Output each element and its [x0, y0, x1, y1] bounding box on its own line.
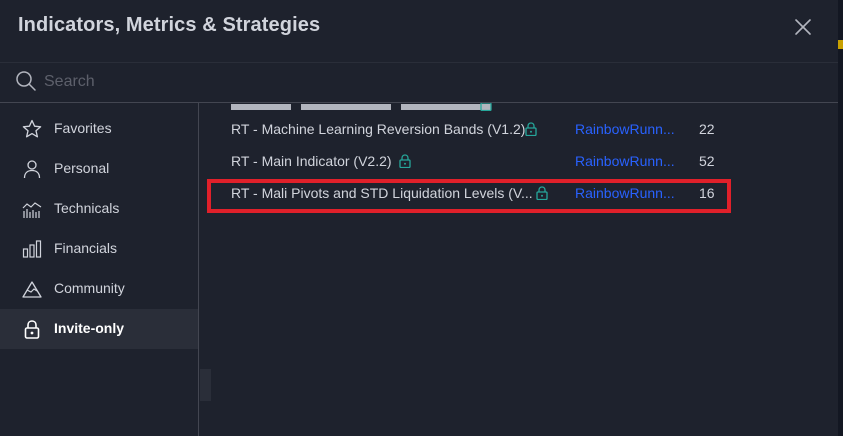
indicators-dialog: Indicators, Metrics & Strategies Favorit…	[0, 0, 838, 436]
lock-icon	[536, 186, 548, 201]
dialog-title: Indicators, Metrics & Strategies	[18, 14, 321, 36]
sidebar-item-favorites[interactable]: Favorites	[0, 109, 198, 149]
star-icon	[22, 119, 42, 139]
category-sidebar: Favorites Personal Technicals Financials…	[0, 103, 199, 436]
row-name: RT - Machine Learning Reversion Bands (V…	[231, 121, 526, 137]
sidebar-item-financials[interactable]: Financials	[0, 229, 198, 269]
row-author-link[interactable]: RainbowRunn...	[575, 185, 675, 201]
lock-icon	[525, 122, 537, 137]
list-item[interactable]: RT - Mali Pivots and STD Liquidation Lev…	[200, 178, 838, 210]
person-icon	[22, 159, 42, 179]
search-icon	[15, 70, 37, 92]
sidebar-item-label: Technicals	[54, 200, 120, 216]
sidebar-item-personal[interactable]: Personal	[0, 149, 198, 189]
row-author-link[interactable]: RainbowRunn...	[575, 153, 675, 169]
row-author-link[interactable]: RainbowRunn...	[575, 121, 675, 137]
search-input[interactable]	[44, 69, 804, 95]
background-marker	[838, 40, 843, 49]
sidebar-item-technicals[interactable]: Technicals	[0, 189, 198, 229]
close-icon[interactable]	[792, 16, 814, 38]
sidebar-item-label: Invite-only	[54, 320, 125, 336]
chart-icon	[22, 199, 42, 219]
lock-icon	[399, 154, 411, 169]
bar-chart-icon	[22, 239, 42, 259]
mountain-icon	[22, 279, 42, 299]
list-item[interactable]: RT - Machine Learning Reversion Bands (V…	[200, 114, 838, 146]
background-strip	[838, 0, 843, 436]
sidebar-item-label: Personal	[54, 160, 110, 176]
sidebar-item-label: Financials	[54, 240, 118, 256]
sidebar-item-label: Community	[54, 280, 125, 296]
row-name: RT - Main Indicator (V2.2)	[231, 153, 392, 169]
lock-icon	[480, 103, 492, 112]
lock-icon	[22, 319, 42, 339]
search-bar	[0, 62, 838, 103]
list-item[interactable]: RT - Main Indicator (V2.2) RainbowRunn..…	[200, 146, 838, 178]
dialog-header: Indicators, Metrics & Strategies	[0, 0, 838, 56]
sidebar-item-invite-only[interactable]: Invite-only	[0, 309, 198, 349]
row-count: 16	[699, 185, 715, 201]
sidebar-item-label: Favorites	[54, 120, 112, 136]
script-list: RT - Machine Learning Reversion Bands (V…	[200, 103, 838, 436]
row-name	[231, 103, 501, 113]
row-name: RT - Mali Pivots and STD Liquidation Lev…	[231, 185, 533, 201]
row-count: 52	[699, 153, 715, 169]
row-count: 22	[699, 121, 715, 137]
sidebar-item-community[interactable]: Community	[0, 269, 198, 309]
